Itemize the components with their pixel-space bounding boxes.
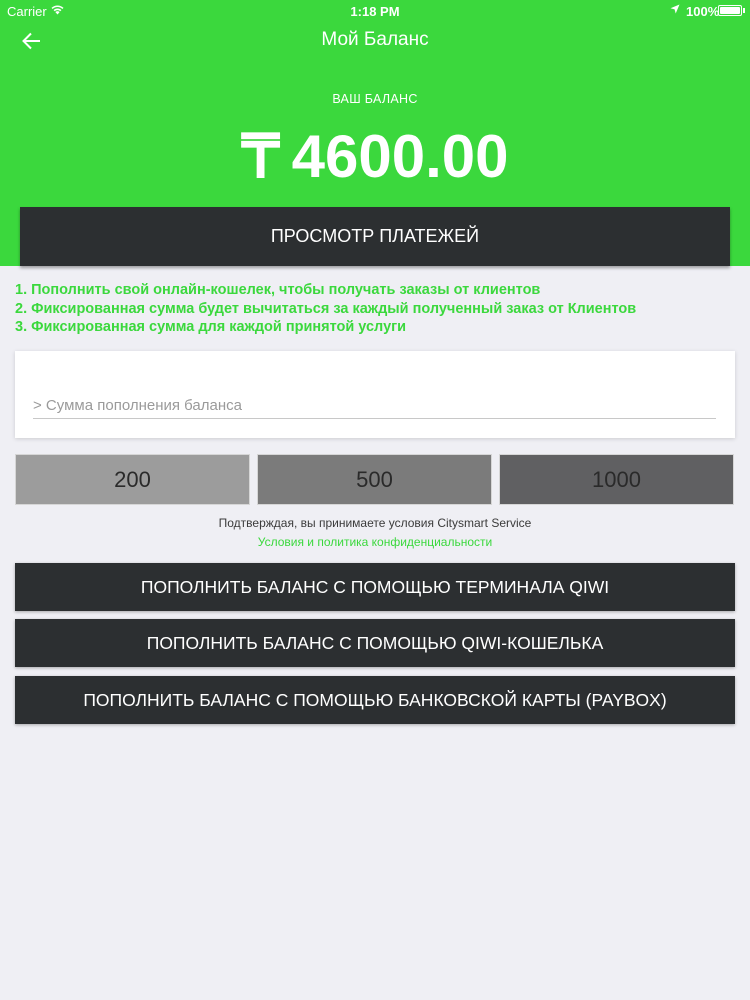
- battery-icon: [718, 5, 742, 16]
- clock-label: 1:18 PM: [350, 4, 400, 19]
- battery-tip: [743, 8, 745, 13]
- info-item: 3. Фиксированная сумма для каждой принят…: [15, 319, 407, 335]
- topup-bank-card-button[interactable]: ПОПОЛНИТЬ БАЛАНС С ПОМОЩЬЮ БАНКОВСКОЙ КА…: [15, 676, 735, 724]
- topup-qiwi-terminal-button[interactable]: ПОПОЛНИТЬ БАЛАНС С ПОМОЩЬЮ ТЕРМИНАЛА QIW…: [15, 563, 735, 611]
- page-title: Мой Баланс: [321, 29, 429, 50]
- view-payments-button[interactable]: ПРОСМОТР ПЛАТЕЖЕЙ: [20, 207, 730, 266]
- battery-percent-label: 100%: [686, 4, 720, 19]
- preset-amount-1000-button[interactable]: 1000: [499, 454, 734, 505]
- preset-amount-500-button[interactable]: 500: [257, 454, 492, 505]
- balance-header: Carrier 1:18 PM 100% Мой Баланс ВАШ БАЛА…: [0, 0, 750, 266]
- status-bar: Carrier 1:18 PM 100%: [0, 0, 750, 22]
- info-item: 1. Пополнить свой онлайн-кошелек, чтобы …: [15, 282, 541, 298]
- balance-value: 4600.00: [291, 123, 509, 190]
- amount-card: [15, 351, 735, 438]
- terms-text: Подтверждая, вы принимаете условия Citys…: [218, 516, 532, 530]
- topup-qiwi-wallet-button[interactable]: ПОПОЛНИТЬ БАЛАНС С ПОМОЩЬЮ QIWI-КОШЕЛЬКА: [15, 619, 735, 667]
- info-list: 1. Пополнить свой онлайн-кошелек, чтобы …: [15, 281, 745, 337]
- balance-label: ВАШ БАЛАНС: [332, 92, 418, 106]
- tenge-currency-icon: ₸: [241, 123, 280, 190]
- preset-amount-200-button[interactable]: 200: [15, 454, 250, 505]
- topup-amount-input[interactable]: [33, 393, 716, 419]
- info-item: 2. Фиксированная сумма будет вычитаться …: [15, 300, 637, 317]
- location-arrow-icon: [670, 4, 680, 14]
- balance-amount: ₸ 4600.00: [0, 122, 750, 192]
- privacy-policy-link[interactable]: Условия и политика конфиденциальности: [0, 535, 750, 549]
